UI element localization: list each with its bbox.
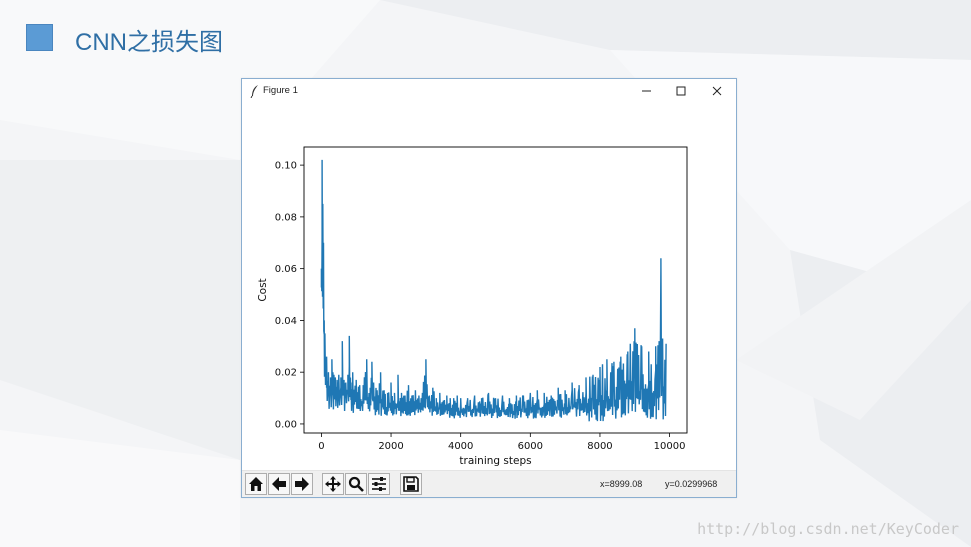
- slide-title: CNN之损失图: [75, 29, 223, 56]
- title-bullet-square: [26, 24, 53, 51]
- window-titlebar[interactable]: Figure 1: [242, 79, 736, 103]
- y-axis-label: Cost: [257, 278, 269, 301]
- arrow-right-icon: [295, 477, 309, 491]
- feather-icon: [250, 85, 258, 98]
- x-coordinate-readout: x=8999.08: [600, 479, 643, 489]
- y-tick-label: 0.04: [275, 316, 297, 327]
- close-button[interactable]: [702, 81, 732, 101]
- y-tick-label: 0.00: [275, 419, 297, 430]
- loss-chart: 0 2000 4000 6000 8000 10000 0.00 0.02 0.04 0.06 0.…: [257, 146, 688, 467]
- window-title: Figure 1: [263, 85, 298, 96]
- configure-subplots-button[interactable]: [368, 473, 390, 495]
- pan-button[interactable]: [322, 473, 344, 495]
- close-icon: [712, 86, 722, 96]
- x-tick-label: 0: [318, 441, 324, 452]
- zoom-button[interactable]: [345, 473, 367, 495]
- home-button[interactable]: [245, 473, 267, 495]
- x-tick-label: 8000: [587, 441, 612, 452]
- navigation-toolbar: x=8999.08 y=0.0299968: [242, 470, 736, 497]
- save-button[interactable]: [400, 473, 422, 495]
- back-button[interactable]: [268, 473, 290, 495]
- cost-series-line: [320, 159, 667, 422]
- y-tick-label: 0.08: [275, 212, 297, 223]
- plot-canvas[interactable]: 0 2000 4000 6000 8000 10000 0.00 0.02 0.04 0.06 0.…: [242, 103, 736, 473]
- sliders-icon: [372, 477, 386, 491]
- x-tick-label: 2000: [378, 441, 403, 452]
- y-tick-label: 0.02: [275, 368, 297, 379]
- y-tick-label: 0.06: [275, 264, 297, 275]
- figure-window: Figure 1 0 2000 4000 6000 8000 10000 0.00 0.02 0…: [241, 78, 737, 498]
- forward-button[interactable]: [291, 473, 313, 495]
- x-tick-label: 6000: [518, 441, 543, 452]
- save-icon: [403, 476, 419, 492]
- x-tick-label: 4000: [448, 441, 473, 452]
- maximize-icon: [676, 86, 686, 96]
- x-axis-label: training steps: [459, 455, 531, 467]
- watermark-url: http://blog.csdn.net/KeyCoder: [697, 520, 959, 538]
- arrow-left-icon: [272, 477, 286, 491]
- x-tick-label: 10000: [654, 441, 686, 452]
- y-coordinate-readout: y=0.0299968: [665, 479, 718, 489]
- zoom-icon: [348, 476, 364, 492]
- minimize-button[interactable]: [632, 81, 662, 101]
- home-icon: [249, 477, 263, 491]
- minimize-icon: [642, 90, 651, 92]
- maximize-button[interactable]: [666, 81, 696, 101]
- move-icon: [325, 476, 341, 492]
- y-tick-label: 0.10: [275, 161, 297, 172]
